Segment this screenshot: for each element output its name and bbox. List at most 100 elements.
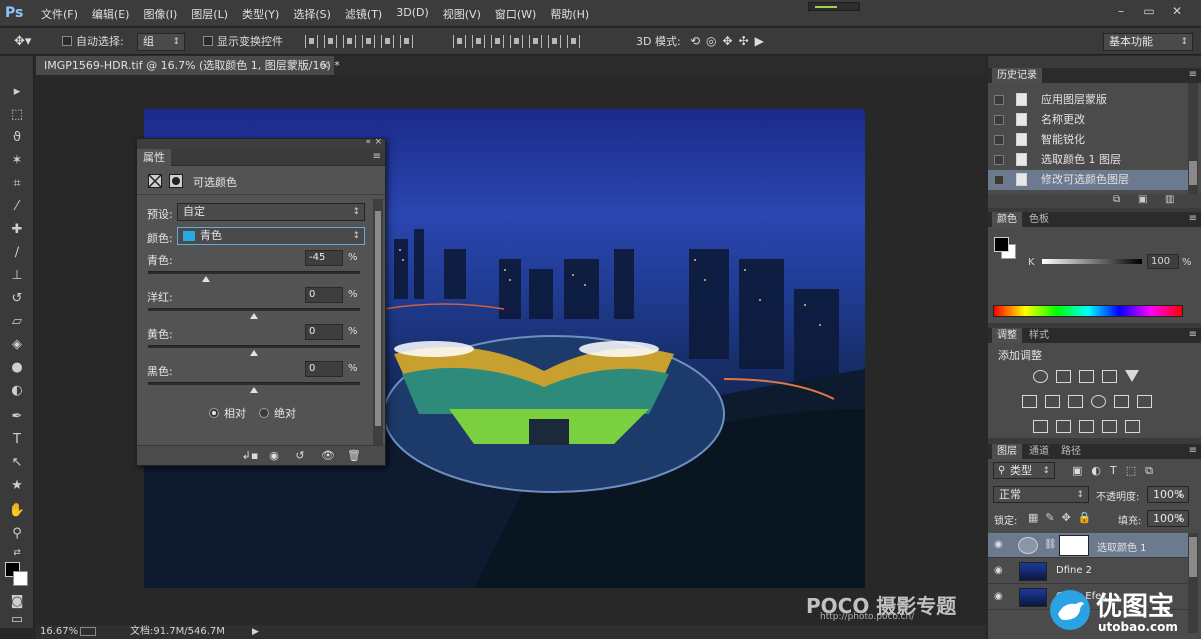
align-left-icon[interactable]: [362, 35, 375, 48]
layer-filter-icons[interactable]: ▣◐T⬚⧉: [1072, 464, 1162, 478]
clone-stamp-icon[interactable]: ⊥: [8, 267, 26, 285]
align-right-icon[interactable]: [400, 35, 413, 48]
cyan-slider[interactable]: [148, 271, 360, 282]
history-snapshot-box[interactable]: [994, 135, 1004, 145]
visibility-icon[interactable]: 👁: [319, 448, 337, 464]
close-panel-icon[interactable]: ×: [374, 137, 382, 147]
auto-align-icon[interactable]: [567, 35, 580, 48]
absolute-radio[interactable]: 绝对: [259, 405, 296, 421]
eyedropper-icon[interactable]: ⁄: [8, 198, 26, 216]
collapse-icon[interactable]: «: [365, 137, 371, 147]
eraser-icon[interactable]: ▱: [8, 313, 26, 331]
properties-title-bar[interactable]: « ×: [137, 137, 385, 149]
k-value-input[interactable]: 100: [1147, 254, 1179, 269]
tab-channels[interactable]: 通道: [1024, 444, 1054, 459]
history-item[interactable]: 应用图层蒙版: [988, 90, 1188, 110]
tab-history[interactable]: 历史记录: [992, 68, 1042, 83]
new-document-icon[interactable]: ⧉: [1113, 194, 1120, 205]
history-item[interactable]: 智能锐化: [988, 130, 1188, 150]
fill-input[interactable]: 100%: [1147, 510, 1189, 527]
panel-menu-icon[interactable]: ≡: [1189, 69, 1197, 80]
properties-scroll-thumb[interactable]: [375, 211, 381, 426]
layer-row-dfine[interactable]: ◉ Dfine 2: [988, 559, 1188, 584]
blend-mode-dropdown[interactable]: 正常: [993, 486, 1089, 503]
black-slider-thumb[interactable]: [250, 387, 258, 393]
distribute-vcenter-icon[interactable]: [472, 35, 485, 48]
marquee-tool-icon[interactable]: ⬚: [8, 106, 26, 124]
color-balance-icon[interactable]: [1045, 395, 1060, 408]
tab-styles[interactable]: 样式: [1024, 328, 1054, 343]
black-white-icon[interactable]: [1068, 395, 1083, 408]
yellow-slider-thumb[interactable]: [250, 350, 258, 356]
swap-colors-icon[interactable]: ⇄: [8, 544, 26, 562]
history-snapshot-box[interactable]: [994, 95, 1004, 105]
relative-radio[interactable]: 相对: [209, 405, 246, 421]
history-brush-icon[interactable]: ↺: [8, 290, 26, 308]
tab-color[interactable]: 颜色: [992, 212, 1022, 227]
view-previous-icon[interactable]: ◉: [265, 448, 283, 464]
menu-select[interactable]: 选择(S): [293, 6, 331, 22]
selective-color-icon[interactable]: [1102, 420, 1117, 433]
panel-menu-icon[interactable]: ≡: [1189, 213, 1197, 224]
menu-edit[interactable]: 编辑(E): [92, 6, 130, 22]
panel-menu-icon[interactable]: ≡: [373, 151, 381, 162]
layer-row-selective-color[interactable]: ◉ ⛓ 选取颜色 1: [988, 533, 1188, 558]
snapshot-icon[interactable]: ▣: [1138, 194, 1147, 205]
black-value-input[interactable]: 0: [305, 361, 343, 377]
align-top-icon[interactable]: [305, 35, 318, 48]
pen-tool-icon[interactable]: ✒: [8, 408, 26, 426]
healing-brush-icon[interactable]: ✚: [8, 221, 26, 239]
photo-filter-icon[interactable]: [1091, 395, 1106, 408]
minimize-button[interactable]: –: [1112, 3, 1130, 19]
menu-type[interactable]: 类型(Y): [242, 6, 279, 22]
magenta-slider[interactable]: [148, 308, 360, 319]
auto-select-dropdown[interactable]: 组: [137, 33, 185, 51]
brightness-icon[interactable]: [1033, 370, 1048, 383]
yellow-value-input[interactable]: 0: [305, 324, 343, 340]
distribute-top-icon[interactable]: [453, 35, 466, 48]
history-snapshot-box[interactable]: [994, 115, 1004, 125]
menu-layer[interactable]: 图层(L): [191, 6, 228, 22]
status-menu-arrow-icon[interactable]: ▶: [252, 625, 259, 639]
k-slider[interactable]: [1042, 259, 1142, 264]
history-item-active[interactable]: 修改可选颜色图层: [988, 170, 1188, 190]
distribute-left-icon[interactable]: [510, 35, 523, 48]
delete-icon[interactable]: ▥: [1165, 194, 1174, 205]
align-vcenter-icon[interactable]: [324, 35, 337, 48]
distribute-hcenter-icon[interactable]: [529, 35, 542, 48]
menu-window[interactable]: 窗口(W): [495, 6, 536, 22]
exposure-icon[interactable]: [1102, 370, 1117, 383]
history-scrollbar[interactable]: [1188, 83, 1198, 194]
close-window-button[interactable]: ✕: [1168, 3, 1186, 19]
invert-icon[interactable]: [1033, 420, 1048, 433]
levels-icon[interactable]: [1056, 370, 1071, 383]
blur-tool-icon[interactable]: ●: [8, 359, 26, 377]
path-select-icon[interactable]: ↖: [8, 454, 26, 472]
color-lookup-icon[interactable]: [1137, 395, 1152, 408]
black-slider[interactable]: [148, 382, 360, 393]
lock-icons[interactable]: ▦✎✥🔒: [1028, 511, 1099, 524]
move-tool-icon[interactable]: ▸: [8, 83, 26, 101]
reset-icon[interactable]: ↺: [291, 448, 309, 464]
paint-bucket-icon[interactable]: ◈: [8, 336, 26, 354]
3d-tools-icons[interactable]: ⟲◎✥✣▶: [690, 33, 770, 50]
dodge-tool-icon[interactable]: ◐: [8, 382, 26, 400]
cyan-value-input[interactable]: -45: [305, 250, 343, 266]
opacity-input[interactable]: 100%: [1147, 486, 1189, 503]
magenta-value-input[interactable]: 0: [305, 287, 343, 303]
hue-saturation-icon[interactable]: [1022, 395, 1037, 408]
mask-icon[interactable]: [169, 174, 183, 188]
history-snapshot-box[interactable]: [994, 175, 1004, 185]
workspace-dropdown[interactable]: 基本功能: [1103, 33, 1193, 51]
magic-wand-icon[interactable]: ✶: [8, 152, 26, 170]
eye-icon[interactable]: ◉: [994, 592, 1006, 602]
history-scroll-thumb[interactable]: [1189, 161, 1197, 185]
document-tab[interactable]: IMGP1569-HDR.tif @ 16.7% (选取颜色 1, 图层蒙版/1…: [36, 56, 340, 75]
layers-scroll-thumb[interactable]: [1189, 537, 1197, 577]
hand-tool-icon[interactable]: ✋: [8, 502, 26, 520]
distribute-right-icon[interactable]: [548, 35, 561, 48]
yellow-slider[interactable]: [148, 345, 360, 356]
background-color-swatch[interactable]: [13, 571, 28, 586]
menu-3d[interactable]: 3D(D): [396, 6, 429, 22]
threshold-icon[interactable]: [1079, 420, 1094, 433]
